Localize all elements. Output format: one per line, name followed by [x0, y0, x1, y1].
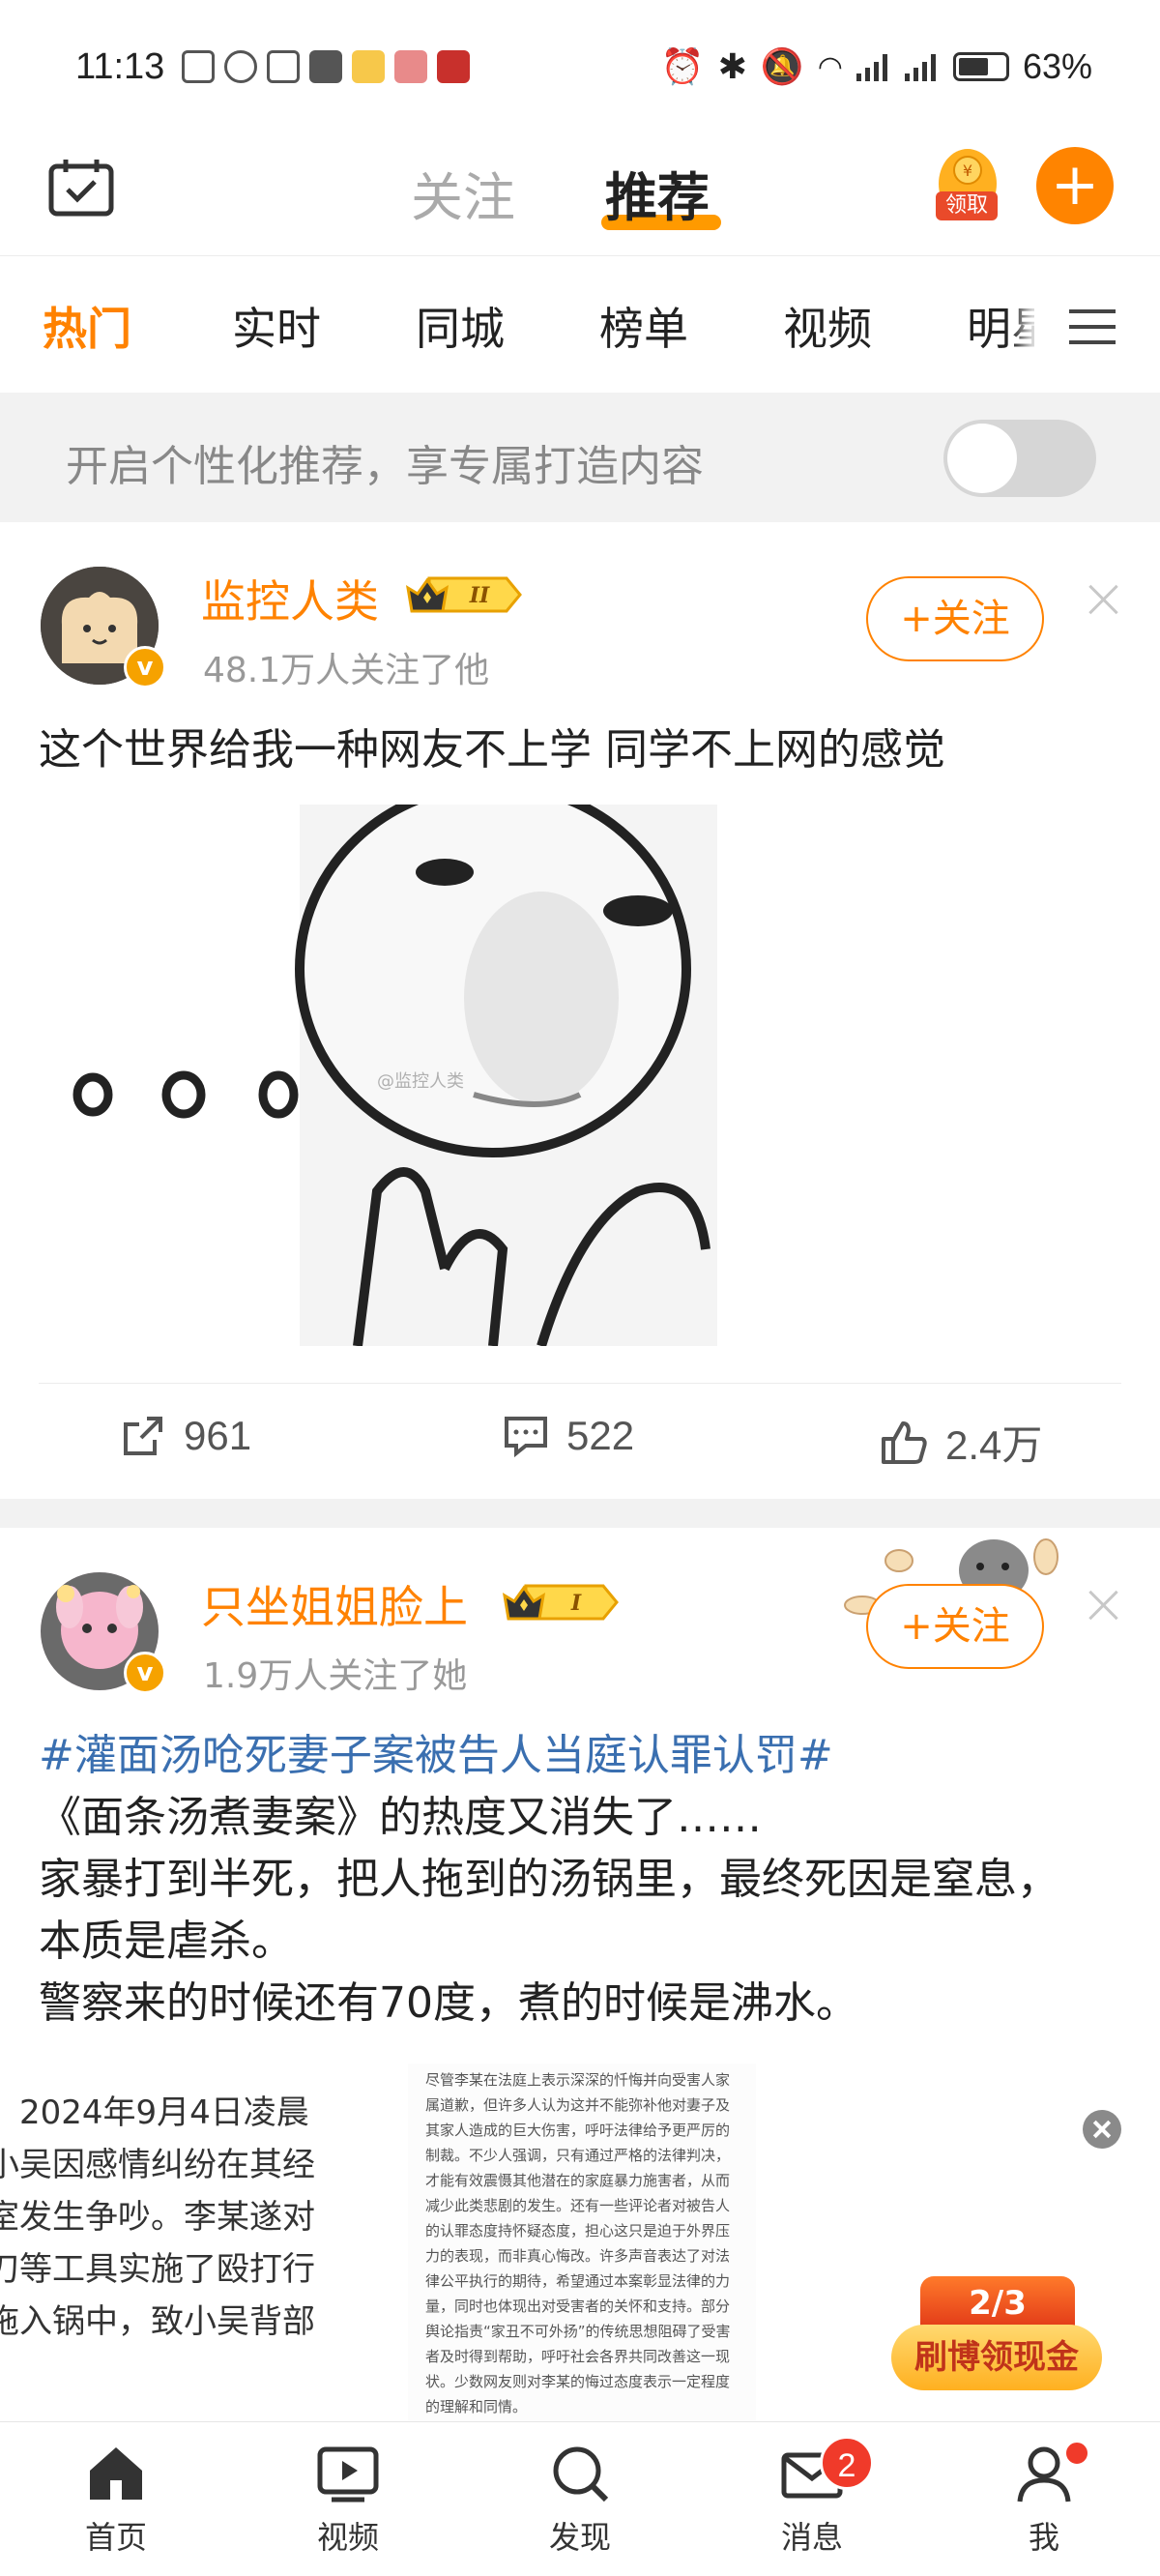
reward-label: 刷博领现金: [891, 2325, 1102, 2390]
nav-me[interactable]: 我: [976, 2440, 1112, 2575]
close-circle-icon[interactable]: [1083, 2110, 1121, 2149]
notification-icons: [182, 50, 470, 83]
bank2-icon: [437, 50, 470, 83]
add-post-button[interactable]: +: [1036, 147, 1114, 224]
thumbs-up-icon: [882, 1420, 927, 1464]
status-time: 11:13: [75, 46, 165, 87]
status-bar: 11:13 ⏰ ✱ 🔕 ◠ 63%: [0, 0, 1160, 135]
personalization-banner: 开启个性化推荐，享专属打造内容: [0, 393, 1160, 522]
bank-icon: [394, 50, 427, 83]
reward-progress: 2/3: [920, 2276, 1075, 2328]
hashtag-link[interactable]: #灌面汤呛死妻子案被告人当庭认罪认罚#: [39, 1725, 1059, 1787]
signal-icon: [856, 52, 891, 81]
category-local[interactable]: 同城: [416, 294, 505, 358]
repost-button[interactable]: 961: [120, 1413, 251, 1459]
comment-icon: [505, 1417, 547, 1458]
wifi-icon: ◠: [817, 50, 843, 83]
post-line: 警察来的时候还有70度，煮的时候是沸水。: [39, 1978, 858, 2028]
crown-level-icon: II: [405, 576, 522, 613]
tab-follow[interactable]: 关注: [411, 155, 515, 231]
nav-label: 首页: [84, 2519, 147, 2556]
nav-messages[interactable]: 2 消息: [744, 2436, 880, 2575]
video-play-icon: [317, 2446, 379, 2503]
username[interactable]: 监控人类: [201, 567, 379, 630]
comment-count: 522: [566, 1413, 635, 1458]
follow-button[interactable]: +关注: [866, 1584, 1044, 1669]
nav-label: 消息: [780, 2519, 843, 2556]
repost-count: 961: [184, 1413, 252, 1458]
category-video[interactable]: 视频: [783, 294, 872, 358]
eye-icon: [224, 50, 257, 83]
search-icon: [553, 2446, 609, 2503]
category-ranking[interactable]: 榜单: [599, 294, 688, 358]
alarm-icon: ⏰: [660, 46, 705, 86]
like-button[interactable]: 2.4万: [880, 1413, 1042, 1472]
bluetooth-icon: ✱: [717, 46, 747, 86]
verified-badge-icon: v: [124, 646, 166, 688]
nav-label: 视频: [316, 2519, 379, 2556]
category-menu-icon[interactable]: [1034, 257, 1160, 393]
bottom-navigation: 首页 视频 发现 2 消息 我: [0, 2421, 1160, 2576]
toggle-knob: [947, 424, 1017, 493]
svg-text:I: I: [570, 1591, 582, 1616]
personalization-text: 开启个性化推荐，享专属打造内容: [66, 442, 704, 491]
category-hot[interactable]: 热门: [43, 294, 131, 358]
username[interactable]: 只坐姐姐脸上: [201, 1572, 468, 1636]
verified-badge-icon: v: [124, 1652, 166, 1694]
app-icon: [309, 50, 342, 83]
comment-button[interactable]: 522: [503, 1413, 634, 1459]
mute-icon: 🔕: [760, 46, 804, 86]
share-icon: [124, 1417, 162, 1455]
follower-count: 48.1万人关注了他: [203, 651, 490, 690]
image-watermark: @监控人类: [377, 1071, 464, 1092]
system-icons: ⏰ ✱ 🔕 ◠ 63%: [661, 46, 1092, 87]
svg-text:II: II: [469, 583, 490, 608]
thumb-text: 尽管李某在法庭上表示深深的忏悔并向受害人家属道歉，但许多人认为这并不能弥补他对妻…: [425, 2071, 731, 2415]
post-separator: [0, 1499, 1160, 1528]
follower-count: 1.9万人关注了她: [203, 1656, 468, 1696]
signal2-icon: [904, 52, 940, 81]
home-icon: [90, 2447, 142, 2500]
category-realtime[interactable]: 实时: [232, 294, 321, 358]
message-badge: 2: [820, 2436, 874, 2490]
follow-button[interactable]: +关注: [866, 576, 1044, 661]
battery-percent: 63%: [1022, 46, 1092, 86]
post-image-thumb[interactable]: 尽管李某在法庭上表示深深的忏悔并向受害人家属道歉，但许多人认为这并不能弥补他对妻…: [408, 2064, 756, 2421]
post-text: #灌面汤呛死妻子案被告人当庭认罪认罚# 《面条汤煮妻案》的热度又消失了…… 家暴…: [39, 1725, 1059, 2034]
post-text: 这个世界给我一种网友不上学 同学不上网的感觉: [39, 725, 945, 775]
category-tabs: 热门 实时 同城 榜单 视频 明星: [0, 257, 1160, 393]
notification-dot: [1063, 2440, 1090, 2467]
battery-icon: [952, 52, 1009, 81]
nav-video[interactable]: 视频: [280, 2440, 416, 2575]
cast-icon: [182, 50, 215, 83]
dismiss-icon[interactable]: [1085, 1586, 1123, 1625]
post-line: 家暴打到半死，把人拖到的汤锅里，最终死因是窒息，: [39, 1855, 1059, 1904]
post-line: 《面条汤煮妻案》的热度又消失了……: [39, 1793, 762, 1842]
nav-label: 我: [1028, 2519, 1059, 2556]
post-image[interactable]: @监控人类: [39, 805, 756, 1346]
thumb-text-line: 室发生争吵。李某遂对: [0, 2198, 315, 2237]
tab-recommend[interactable]: 推荐: [605, 155, 710, 231]
post-line: 本质是虐杀。: [39, 1917, 294, 1966]
cash-reward-widget[interactable]: 2/3 刷博领现金: [891, 2276, 1102, 2394]
nav-discover[interactable]: 发现: [512, 2440, 648, 2575]
personalization-toggle[interactable]: [943, 420, 1096, 497]
crown-level-icon: I: [502, 1584, 619, 1621]
thumb-text-line: 小吴因感情纠纷在其经: [0, 2146, 315, 2184]
thumb-text-line: 刀等工具实施了殴打行: [0, 2250, 315, 2289]
nav-home[interactable]: 首页: [48, 2440, 184, 2575]
calendar-check-icon[interactable]: [48, 157, 114, 217]
like-count: 2.4万: [945, 1422, 1043, 1468]
dismiss-icon[interactable]: [1085, 580, 1123, 619]
thumb-text-line: 拖入锅中，致小吴背部: [0, 2302, 315, 2341]
thumb-text-line: ，2024年9月4日凌晨: [0, 2093, 309, 2132]
nfc-icon: [267, 50, 300, 83]
post-actions: 961 522 2.4万: [39, 1383, 1121, 1499]
svg-text:¥: ¥: [963, 161, 972, 180]
nav-label: 发现: [548, 2519, 611, 2556]
bonus-label: 领取: [936, 191, 998, 220]
post-image-thumb[interactable]: ，2024年9月4日凌晨 小吴因感情纠纷在其经 室发生争吵。李某遂对 刀等工具实…: [0, 2064, 396, 2421]
weibo-icon: [352, 50, 385, 83]
top-header: 关注 推荐 ¥ 领取 +: [0, 135, 1160, 256]
